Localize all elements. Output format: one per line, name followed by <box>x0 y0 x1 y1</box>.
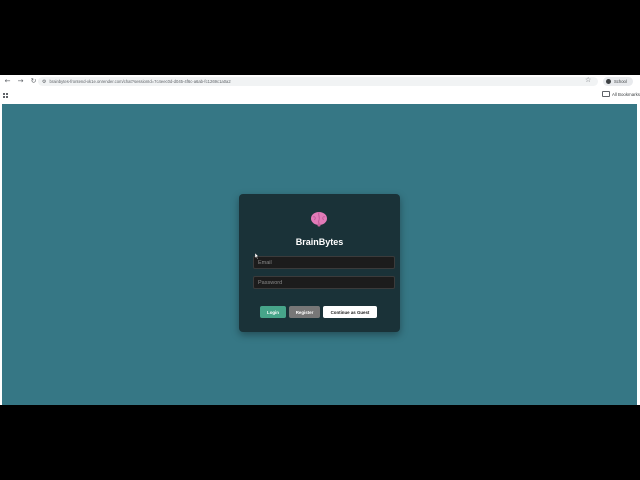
back-icon[interactable]: ← <box>2 76 13 87</box>
register-button[interactable]: Register <box>289 306 320 318</box>
site-info-icon[interactable]: ⚙ <box>42 79 46 85</box>
all-bookmarks-button[interactable]: All Bookmarks <box>601 91 640 97</box>
all-bookmarks-label: All Bookmarks <box>611 91 640 97</box>
apps-icon[interactable] <box>3 92 9 99</box>
forward-icon[interactable]: → <box>15 76 26 87</box>
folder-icon <box>601 91 610 97</box>
brain-icon <box>311 212 327 227</box>
email-field[interactable] <box>253 256 395 269</box>
continue-as-guest-button[interactable]: Continue as Guest <box>323 306 377 318</box>
url-text: brainbytes-frontend-xk1e.onrender.com/ch… <box>49 79 231 84</box>
mouse-cursor-icon <box>255 253 259 259</box>
profile-label: School <box>614 79 627 84</box>
login-button[interactable]: Login <box>260 306 286 318</box>
login-card: BrainBytes Login Register Continue as Gu… <box>239 194 400 332</box>
browser-toolbar: ← → ↻ ⚙ brainbytes-frontend-xk1e.onrende… <box>0 75 640 88</box>
address-bar[interactable]: ⚙ brainbytes-frontend-xk1e.onrender.com/… <box>38 77 598 86</box>
bookmarks-bar: All Bookmarks <box>0 88 640 103</box>
profile-button[interactable]: School <box>603 77 633 86</box>
brand-title: BrainBytes <box>295 237 344 247</box>
password-field[interactable] <box>253 276 395 289</box>
browser-window: ← → ↻ ⚙ brainbytes-frontend-xk1e.onrende… <box>0 75 640 405</box>
profile-avatar <box>606 79 611 84</box>
star-icon[interactable]: ☆ <box>585 76 591 84</box>
page-viewport: BrainBytes Login Register Continue as Gu… <box>2 104 637 405</box>
